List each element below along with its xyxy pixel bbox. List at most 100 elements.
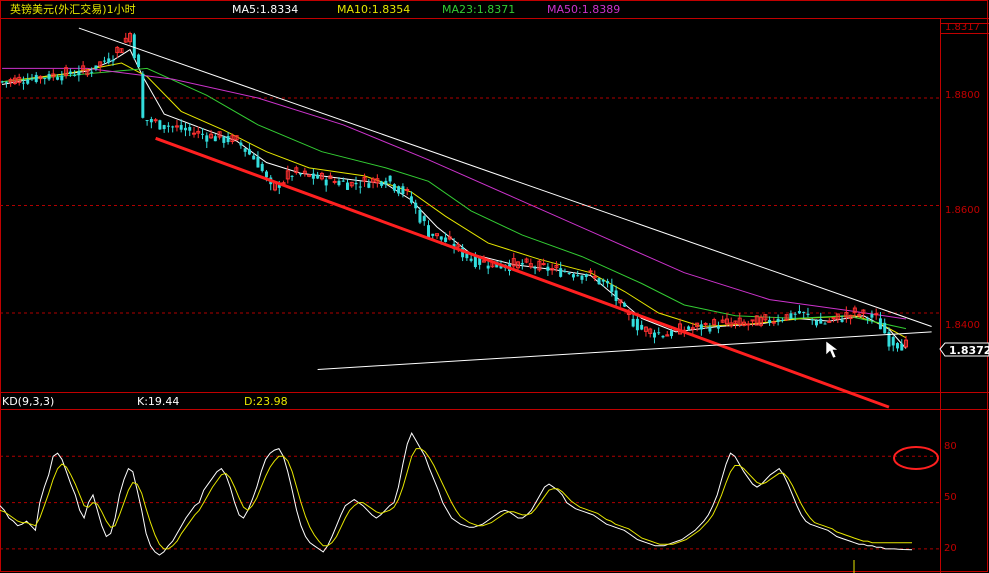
candle-down bbox=[768, 319, 772, 323]
candle-down bbox=[780, 320, 784, 322]
candle-down bbox=[473, 256, 477, 268]
candle-down bbox=[290, 175, 294, 177]
candle-down bbox=[183, 127, 187, 131]
candle-down bbox=[149, 119, 153, 123]
candle-down bbox=[469, 258, 473, 261]
candle-down bbox=[652, 332, 656, 338]
candle-down bbox=[43, 77, 47, 79]
candle-down bbox=[137, 54, 141, 68]
candle-down bbox=[0, 81, 4, 83]
candle-down bbox=[166, 125, 170, 127]
candle-down bbox=[431, 233, 435, 236]
candle-down bbox=[670, 330, 674, 337]
candle-down bbox=[77, 70, 81, 76]
candle-down bbox=[486, 265, 490, 269]
candle-up bbox=[541, 263, 546, 266]
candle-down bbox=[559, 268, 563, 277]
candle-down bbox=[823, 323, 827, 325]
candle-down bbox=[635, 318, 639, 331]
current-price-label: 1.8372 bbox=[949, 344, 989, 357]
candle-down bbox=[141, 73, 145, 118]
candle-up bbox=[153, 119, 158, 122]
candle-down bbox=[94, 65, 98, 69]
candle-up bbox=[588, 270, 593, 273]
price-tick: 1.8600 bbox=[945, 205, 980, 216]
candle-down bbox=[571, 274, 575, 278]
candle-down bbox=[597, 278, 601, 285]
candle-down bbox=[247, 149, 251, 155]
candle-down bbox=[358, 186, 362, 188]
candle-down bbox=[866, 318, 870, 320]
candle-down bbox=[201, 133, 205, 135]
kd-tick: 20 bbox=[944, 543, 957, 554]
candle-down bbox=[661, 335, 665, 338]
kd-k-label: K:19.44 bbox=[137, 395, 179, 408]
candle-down bbox=[299, 173, 303, 175]
candle-down bbox=[243, 148, 247, 152]
kd-tick: 50 bbox=[944, 492, 957, 503]
candle-down bbox=[56, 77, 60, 80]
candle-down bbox=[418, 209, 422, 223]
candle-down bbox=[409, 196, 413, 203]
candle-down bbox=[427, 225, 430, 238]
candle-down bbox=[716, 325, 720, 329]
candle-down bbox=[444, 237, 448, 242]
candle-down bbox=[806, 313, 810, 315]
candle-down bbox=[179, 125, 183, 130]
candle-down bbox=[380, 181, 384, 186]
candle-down bbox=[60, 75, 64, 81]
candle-down bbox=[699, 324, 703, 330]
candle-down bbox=[631, 318, 635, 327]
price-tick: 1.8400 bbox=[945, 320, 980, 331]
candle-down bbox=[388, 175, 392, 182]
candle-down bbox=[397, 186, 401, 194]
candle-up bbox=[192, 132, 196, 135]
candle-down bbox=[439, 236, 443, 240]
candle-up bbox=[703, 322, 708, 325]
candle-down bbox=[567, 272, 571, 274]
candle-down bbox=[26, 79, 30, 84]
candle-down bbox=[111, 59, 115, 62]
candle-up bbox=[827, 320, 832, 323]
candle-down bbox=[533, 267, 537, 269]
candle-down bbox=[158, 120, 162, 130]
candle-down bbox=[171, 126, 175, 128]
candle-down bbox=[900, 343, 904, 351]
candle-down bbox=[802, 311, 806, 313]
candle-down bbox=[422, 216, 426, 222]
candle-down bbox=[4, 81, 8, 83]
candle-down bbox=[687, 326, 691, 330]
candle-down bbox=[316, 174, 320, 179]
kd-d-label: D:23.98 bbox=[244, 395, 288, 408]
candle-down bbox=[793, 313, 797, 315]
ma50-label: MA50:1.8389 bbox=[547, 3, 620, 16]
candle-down bbox=[878, 318, 882, 330]
candle-up bbox=[332, 180, 337, 183]
candle-down bbox=[546, 266, 550, 271]
candle-down bbox=[311, 173, 315, 179]
candle-down bbox=[789, 313, 793, 319]
candle-down bbox=[73, 74, 77, 76]
candle-down bbox=[188, 127, 192, 131]
candle-down bbox=[34, 74, 38, 82]
candle-up bbox=[857, 314, 862, 317]
candle-down bbox=[640, 324, 644, 330]
candle-down bbox=[132, 34, 136, 59]
candle-down bbox=[345, 182, 349, 190]
candle-down bbox=[47, 73, 51, 80]
candle-down bbox=[107, 58, 111, 63]
candle-up bbox=[746, 323, 751, 326]
kd-tick: 80 bbox=[944, 441, 957, 452]
candle-down bbox=[145, 120, 149, 122]
candle-down bbox=[580, 275, 584, 280]
current-price-tag: 1.8372 bbox=[939, 342, 989, 357]
candle-down bbox=[870, 314, 874, 318]
candle-down bbox=[610, 284, 614, 292]
candle-down bbox=[891, 336, 895, 346]
candle-down bbox=[90, 71, 94, 73]
candle-down bbox=[341, 180, 345, 182]
candle-down bbox=[520, 262, 524, 265]
candle-down bbox=[239, 142, 243, 146]
candle-down bbox=[657, 332, 661, 334]
price-tick: 1.8800 bbox=[945, 90, 980, 101]
